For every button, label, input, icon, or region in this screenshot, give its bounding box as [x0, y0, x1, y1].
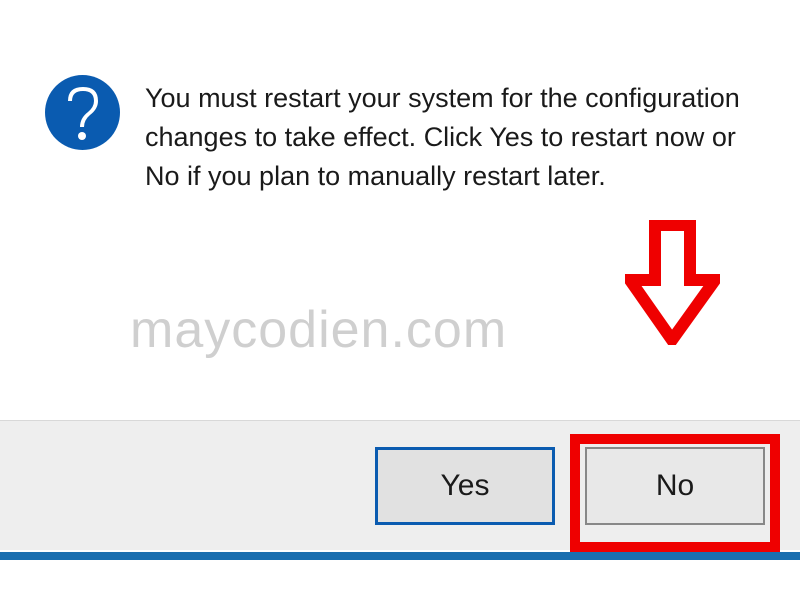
yes-button[interactable]: Yes: [375, 447, 555, 525]
dialog-message: You must restart your system for the con…: [145, 75, 755, 196]
window-bottom-border: [0, 552, 800, 560]
question-icon: [45, 75, 120, 150]
dialog-content: You must restart your system for the con…: [45, 75, 755, 196]
annotation-arrow-icon: [625, 220, 720, 350]
no-button[interactable]: No: [585, 447, 765, 525]
button-bar: Yes No: [0, 420, 800, 550]
watermark: maycodien.com: [130, 300, 507, 360]
